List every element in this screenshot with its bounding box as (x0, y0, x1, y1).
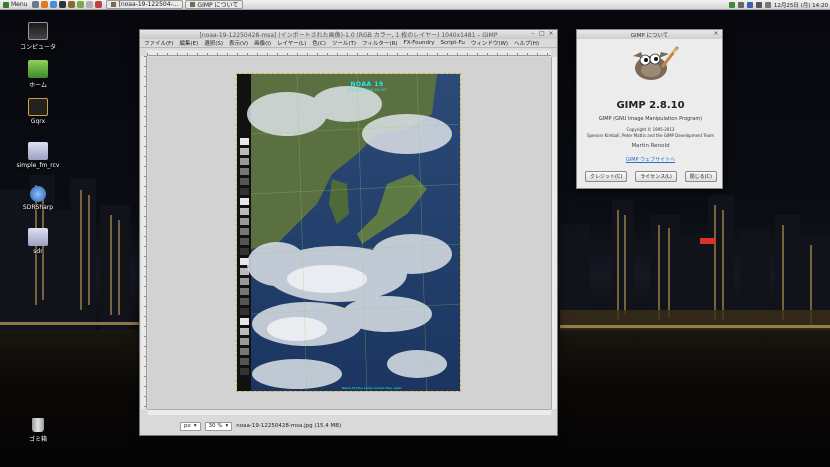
dialog-title: GIMP について (630, 32, 669, 39)
desktop-icon-sdr[interactable]: sdr (10, 228, 66, 255)
unit-value: px (184, 423, 191, 429)
zoom-selector[interactable]: 30 % ▾ (204, 421, 233, 431)
battery-icon[interactable] (764, 2, 771, 8)
main-menu-button[interactable]: Menu (0, 0, 30, 10)
taskbar-item-gimp-image[interactable]: [noaa-19-122504-... (106, 0, 184, 9)
chevron-down-icon: ▾ (193, 423, 197, 429)
gimp-launcher-icon[interactable] (68, 1, 76, 8)
system-tray: 12月25日 (月) 14:20 (728, 0, 828, 10)
desktop-icon-label: SDRSharp (22, 204, 54, 211)
menu-script-fu[interactable]: Script-Fu (441, 40, 465, 46)
gimp-statusbar: px ▾ 30 % ▾ noaa-19-12250428-msa.jpg (15… (140, 417, 557, 435)
gimp-website-link[interactable]: GIMP ウェブサイトへ (577, 156, 724, 163)
taskbar-item-about-gimp[interactable]: GIMP について (185, 0, 244, 9)
top-panel: Menu [noaa-19-122504-... GIMP について 12月25… (0, 0, 830, 10)
file-manager-icon[interactable] (77, 1, 85, 8)
script-icon (28, 228, 48, 246)
image-footer-text: NOAA-19 MSA enhancement Map: Japan (341, 386, 403, 390)
satellite-image[interactable]: NOAA 19 2023 12 25 04:28 UTC NOAA-19 MSA… (236, 73, 461, 392)
menu-icon (3, 1, 9, 8)
main-menu-label: Menu (11, 1, 28, 8)
window-title: [noaa-19-12250428-msa] (インポートされた画像)-1.0 … (199, 32, 498, 39)
image-title-text: NOAA 19 (350, 81, 384, 88)
home-folder-icon (28, 60, 48, 78)
quick-launchers (32, 1, 103, 8)
vertical-scrollbar[interactable] (551, 57, 557, 409)
menu-colors[interactable]: 色(C) (312, 39, 326, 47)
menu-file[interactable]: ファイル(F) (144, 39, 173, 47)
menu-image[interactable]: 画像(I) (254, 39, 271, 47)
close-button[interactable]: × (713, 31, 719, 37)
credits-button[interactable]: クレジット(C) (585, 171, 628, 182)
desktop-icon-trash[interactable]: ゴミ箱 (22, 418, 54, 443)
menu-filters[interactable]: フィルター(R) (362, 39, 398, 47)
desktop-icon-simple-fm-rcv[interactable]: simple_fm_rcv (10, 142, 66, 169)
featured-author: Martin Renold (631, 143, 670, 149)
menu-help[interactable]: ヘルプ(H) (514, 39, 539, 47)
noaa-weather-image (237, 74, 460, 391)
desktop-icon-label: Gqrx (30, 118, 46, 125)
gimp-task-icon (111, 2, 117, 7)
menu-windows[interactable]: ウィンドウ(W) (471, 39, 508, 47)
chrome-icon[interactable] (50, 1, 58, 8)
desktop-icon-label: ホーム (29, 82, 47, 89)
chevron-down-icon: ▾ (225, 423, 229, 429)
close-dialog-button[interactable]: 閉じる(C) (684, 171, 717, 182)
desktop-icon-label: コンピュータ (19, 44, 56, 51)
taskbar-item-label: GIMP について (197, 2, 239, 9)
horizontal-ruler[interactable] (147, 50, 551, 56)
vertical-ruler[interactable] (141, 56, 147, 409)
gimp-window-titlebar[interactable]: [noaa-19-12250428-msa] (インポートされた画像)-1.0 … (140, 30, 557, 39)
script-icon (28, 142, 48, 160)
menu-select[interactable]: 選択(S) (204, 39, 223, 47)
update-shield-icon[interactable] (728, 2, 735, 8)
desktop-icon-label: sdr (33, 248, 43, 255)
about-gimp-dialog: GIMP について × GIMP 2.8.10 GIMP (GNU Image … (576, 29, 723, 189)
about-dialog-titlebar[interactable]: GIMP について × (577, 30, 722, 39)
horizontal-scrollbar[interactable] (148, 409, 551, 415)
app-name-version: GIMP 2.8.10 (616, 100, 685, 111)
gimp-wilber-logo-icon (633, 46, 679, 80)
unit-selector[interactable]: px ▾ (180, 421, 201, 431)
menu-tools[interactable]: ツール(T) (332, 39, 356, 47)
volume-icon[interactable] (755, 2, 762, 8)
status-text: noaa-19-12250428-msa.jpg (15.4 MB) (236, 423, 342, 429)
trash-icon (32, 418, 44, 432)
taskbar-item-label: [noaa-19-122504-... (118, 1, 179, 8)
desktop-icon-sdrsharp[interactable]: SDRSharp (10, 186, 66, 211)
image-timestamp-text: 2023 12 25 04:28 UTC (346, 88, 388, 92)
maximize-button[interactable]: □ (539, 31, 545, 37)
sdrsharp-icon (30, 186, 46, 202)
gqrx-icon (28, 98, 48, 116)
dialog-buttons: クレジット(C) ライセンス(L) 閉じる(C) (585, 171, 717, 182)
desktop-icon-home[interactable]: ホーム (10, 60, 66, 89)
close-button[interactable]: × (548, 31, 554, 37)
desktop-icon-label: simple_fm_rcv (16, 162, 60, 169)
text-editor-icon[interactable] (86, 1, 94, 8)
computer-icon (28, 22, 48, 40)
minimize-button[interactable]: – (530, 31, 536, 37)
firefox-icon[interactable] (41, 1, 49, 8)
license-button[interactable]: ライセンス(L) (635, 171, 677, 182)
desktop-icon-label: ゴミ箱 (28, 436, 47, 443)
audio-icon[interactable] (95, 1, 103, 8)
copyright-years: Copyright © 1995-2013 (626, 127, 675, 132)
gimp-menubar: ファイル(F) 編集(E) 選択(S) 表示(V) 画像(I) レイヤー(L) … (140, 39, 557, 48)
app-full-name: GIMP (GNU Image Manipulation Program) (598, 116, 703, 122)
network-icon[interactable] (737, 2, 744, 8)
clock[interactable]: 12月25日 (月) 14:20 (774, 1, 828, 9)
menu-fx-foundry[interactable]: FX-Foundry (404, 40, 435, 46)
terminal-icon[interactable] (59, 1, 67, 8)
menu-layer[interactable]: レイヤー(L) (277, 39, 306, 47)
menu-edit[interactable]: 編集(E) (179, 39, 198, 47)
copyright-holders: Spencer Kimball, Peter Mattis and the GI… (586, 133, 715, 138)
menu-view[interactable]: 表示(V) (229, 39, 248, 47)
desktop-icon-gqrx[interactable]: Gqrx (10, 98, 66, 125)
gimp-task-icon (190, 2, 196, 7)
bluetooth-icon[interactable] (746, 2, 753, 8)
show-desktop-icon[interactable] (32, 1, 40, 8)
desktop-icon-computer[interactable]: コンピュータ (10, 22, 66, 51)
zoom-value: 30 % (208, 423, 223, 429)
